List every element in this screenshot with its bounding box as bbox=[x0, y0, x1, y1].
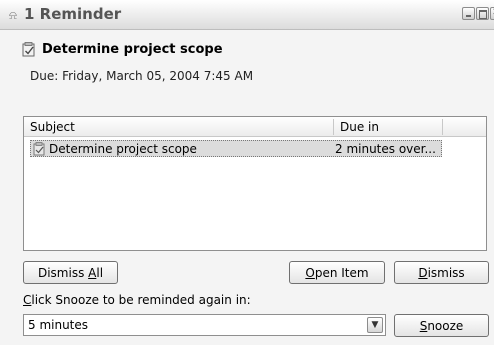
reminder-bell-icon: ⍾ bbox=[9, 8, 17, 22]
snooze-label-text: lick Snooze to be reminded again in: bbox=[31, 293, 251, 307]
row-subject: Determine project scope bbox=[49, 142, 197, 156]
snooze-button[interactable]: Snooze bbox=[394, 314, 489, 337]
task-icon bbox=[22, 41, 36, 57]
column-divider[interactable] bbox=[442, 119, 443, 135]
dismiss-button[interactable]: Dismiss bbox=[394, 261, 489, 284]
snooze-label: nooze bbox=[427, 318, 464, 333]
title-bar: ⍾ 1 Reminder bbox=[0, 0, 494, 30]
snooze-interval-select[interactable]: 5 minutes ▼ bbox=[23, 314, 386, 336]
column-divider[interactable] bbox=[333, 119, 334, 135]
due-date-text: Due: Friday, March 05, 2004 7:45 AM bbox=[30, 69, 254, 83]
chevron-down-icon[interactable]: ▼ bbox=[367, 317, 383, 333]
reminder-subject: Determine project scope bbox=[42, 41, 223, 57]
list-item[interactable]: Determine project scope 2 minutes over..… bbox=[30, 140, 442, 157]
dismiss-all-label-rest: ll bbox=[96, 265, 104, 280]
window-title: 1 Reminder bbox=[24, 5, 122, 23]
dismiss-all-button[interactable]: Dismiss All bbox=[23, 261, 118, 284]
column-header-subject[interactable]: Subject bbox=[30, 120, 75, 134]
snooze-selected-value: 5 minutes bbox=[28, 318, 89, 332]
open-item-label: pen Item bbox=[314, 265, 369, 280]
dismiss-label: ismiss bbox=[427, 265, 465, 280]
dismiss-access-key: D bbox=[418, 265, 428, 280]
snooze-access-key: S bbox=[419, 318, 428, 333]
snooze-instruction: Click Snooze to be reminded again in: bbox=[23, 293, 251, 307]
maximize-button[interactable] bbox=[476, 7, 489, 20]
column-header-due-in[interactable]: Due in bbox=[340, 120, 379, 134]
dismiss-all-access-key: A bbox=[88, 265, 97, 280]
open-item-button[interactable]: Open Item bbox=[289, 261, 385, 284]
close-button[interactable] bbox=[490, 7, 494, 20]
row-due-in: 2 minutes over... bbox=[335, 142, 436, 156]
list-header: Subject Due in bbox=[24, 117, 486, 137]
open-item-access-key: O bbox=[305, 265, 315, 280]
reminder-list[interactable]: Subject Due in Determine project scope 2… bbox=[23, 116, 487, 251]
dismiss-all-label: Dismiss bbox=[37, 265, 89, 280]
task-icon bbox=[33, 142, 46, 156]
reminder-header: Determine project scope bbox=[22, 40, 223, 58]
minimize-button[interactable] bbox=[462, 7, 475, 20]
